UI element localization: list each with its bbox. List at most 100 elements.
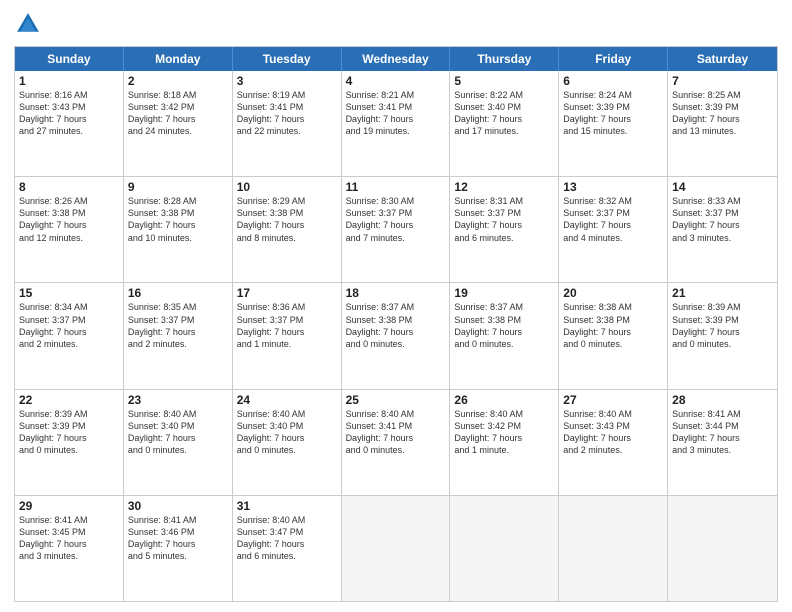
day-number: 14 xyxy=(672,180,773,194)
cell-details: Sunrise: 8:33 AM Sunset: 3:37 PM Dayligh… xyxy=(672,195,773,244)
table-row: 2Sunrise: 8:18 AM Sunset: 3:42 PM Daylig… xyxy=(124,71,233,176)
header-day-tuesday: Tuesday xyxy=(233,47,342,71)
cell-details: Sunrise: 8:29 AM Sunset: 3:38 PM Dayligh… xyxy=(237,195,337,244)
table-row: 12Sunrise: 8:31 AM Sunset: 3:37 PM Dayli… xyxy=(450,177,559,282)
table-row: 5Sunrise: 8:22 AM Sunset: 3:40 PM Daylig… xyxy=(450,71,559,176)
logo xyxy=(14,10,46,38)
day-number: 16 xyxy=(128,286,228,300)
table-row: 25Sunrise: 8:40 AM Sunset: 3:41 PM Dayli… xyxy=(342,390,451,495)
table-row: 21Sunrise: 8:39 AM Sunset: 3:39 PM Dayli… xyxy=(668,283,777,388)
day-number: 30 xyxy=(128,499,228,513)
cell-details: Sunrise: 8:37 AM Sunset: 3:38 PM Dayligh… xyxy=(454,301,554,350)
calendar-row-3: 15Sunrise: 8:34 AM Sunset: 3:37 PM Dayli… xyxy=(15,282,777,388)
day-number: 12 xyxy=(454,180,554,194)
table-row xyxy=(342,496,451,601)
day-number: 10 xyxy=(237,180,337,194)
day-number: 26 xyxy=(454,393,554,407)
cell-details: Sunrise: 8:26 AM Sunset: 3:38 PM Dayligh… xyxy=(19,195,119,244)
day-number: 25 xyxy=(346,393,446,407)
table-row: 16Sunrise: 8:35 AM Sunset: 3:37 PM Dayli… xyxy=(124,283,233,388)
cell-details: Sunrise: 8:21 AM Sunset: 3:41 PM Dayligh… xyxy=(346,89,446,138)
table-row: 1Sunrise: 8:16 AM Sunset: 3:43 PM Daylig… xyxy=(15,71,124,176)
page: SundayMondayTuesdayWednesdayThursdayFrid… xyxy=(0,0,792,612)
table-row: 10Sunrise: 8:29 AM Sunset: 3:38 PM Dayli… xyxy=(233,177,342,282)
day-number: 19 xyxy=(454,286,554,300)
calendar-body: 1Sunrise: 8:16 AM Sunset: 3:43 PM Daylig… xyxy=(15,71,777,601)
day-number: 17 xyxy=(237,286,337,300)
table-row: 9Sunrise: 8:28 AM Sunset: 3:38 PM Daylig… xyxy=(124,177,233,282)
table-row: 26Sunrise: 8:40 AM Sunset: 3:42 PM Dayli… xyxy=(450,390,559,495)
table-row: 24Sunrise: 8:40 AM Sunset: 3:40 PM Dayli… xyxy=(233,390,342,495)
table-row: 22Sunrise: 8:39 AM Sunset: 3:39 PM Dayli… xyxy=(15,390,124,495)
cell-details: Sunrise: 8:40 AM Sunset: 3:42 PM Dayligh… xyxy=(454,408,554,457)
table-row: 18Sunrise: 8:37 AM Sunset: 3:38 PM Dayli… xyxy=(342,283,451,388)
cell-details: Sunrise: 8:41 AM Sunset: 3:45 PM Dayligh… xyxy=(19,514,119,563)
cell-details: Sunrise: 8:22 AM Sunset: 3:40 PM Dayligh… xyxy=(454,89,554,138)
day-number: 9 xyxy=(128,180,228,194)
cell-details: Sunrise: 8:18 AM Sunset: 3:42 PM Dayligh… xyxy=(128,89,228,138)
table-row: 3Sunrise: 8:19 AM Sunset: 3:41 PM Daylig… xyxy=(233,71,342,176)
cell-details: Sunrise: 8:39 AM Sunset: 3:39 PM Dayligh… xyxy=(672,301,773,350)
table-row xyxy=(450,496,559,601)
table-row: 27Sunrise: 8:40 AM Sunset: 3:43 PM Dayli… xyxy=(559,390,668,495)
header xyxy=(14,10,778,38)
table-row: 8Sunrise: 8:26 AM Sunset: 3:38 PM Daylig… xyxy=(15,177,124,282)
table-row: 4Sunrise: 8:21 AM Sunset: 3:41 PM Daylig… xyxy=(342,71,451,176)
cell-details: Sunrise: 8:40 AM Sunset: 3:41 PM Dayligh… xyxy=(346,408,446,457)
day-number: 27 xyxy=(563,393,663,407)
calendar-header-row: SundayMondayTuesdayWednesdayThursdayFrid… xyxy=(15,47,777,71)
cell-details: Sunrise: 8:39 AM Sunset: 3:39 PM Dayligh… xyxy=(19,408,119,457)
day-number: 4 xyxy=(346,74,446,88)
calendar-row-1: 1Sunrise: 8:16 AM Sunset: 3:43 PM Daylig… xyxy=(15,71,777,176)
cell-details: Sunrise: 8:40 AM Sunset: 3:43 PM Dayligh… xyxy=(563,408,663,457)
calendar-row-4: 22Sunrise: 8:39 AM Sunset: 3:39 PM Dayli… xyxy=(15,389,777,495)
header-day-sunday: Sunday xyxy=(15,47,124,71)
table-row: 30Sunrise: 8:41 AM Sunset: 3:46 PM Dayli… xyxy=(124,496,233,601)
table-row: 19Sunrise: 8:37 AM Sunset: 3:38 PM Dayli… xyxy=(450,283,559,388)
header-day-saturday: Saturday xyxy=(668,47,777,71)
table-row: 31Sunrise: 8:40 AM Sunset: 3:47 PM Dayli… xyxy=(233,496,342,601)
cell-details: Sunrise: 8:40 AM Sunset: 3:40 PM Dayligh… xyxy=(237,408,337,457)
cell-details: Sunrise: 8:35 AM Sunset: 3:37 PM Dayligh… xyxy=(128,301,228,350)
cell-details: Sunrise: 8:19 AM Sunset: 3:41 PM Dayligh… xyxy=(237,89,337,138)
table-row xyxy=(559,496,668,601)
day-number: 20 xyxy=(563,286,663,300)
cell-details: Sunrise: 8:40 AM Sunset: 3:40 PM Dayligh… xyxy=(128,408,228,457)
cell-details: Sunrise: 8:32 AM Sunset: 3:37 PM Dayligh… xyxy=(563,195,663,244)
cell-details: Sunrise: 8:41 AM Sunset: 3:44 PM Dayligh… xyxy=(672,408,773,457)
table-row: 14Sunrise: 8:33 AM Sunset: 3:37 PM Dayli… xyxy=(668,177,777,282)
table-row: 15Sunrise: 8:34 AM Sunset: 3:37 PM Dayli… xyxy=(15,283,124,388)
day-number: 24 xyxy=(237,393,337,407)
day-number: 8 xyxy=(19,180,119,194)
cell-details: Sunrise: 8:40 AM Sunset: 3:47 PM Dayligh… xyxy=(237,514,337,563)
day-number: 18 xyxy=(346,286,446,300)
table-row: 29Sunrise: 8:41 AM Sunset: 3:45 PM Dayli… xyxy=(15,496,124,601)
header-day-monday: Monday xyxy=(124,47,233,71)
day-number: 21 xyxy=(672,286,773,300)
cell-details: Sunrise: 8:34 AM Sunset: 3:37 PM Dayligh… xyxy=(19,301,119,350)
day-number: 5 xyxy=(454,74,554,88)
day-number: 28 xyxy=(672,393,773,407)
day-number: 11 xyxy=(346,180,446,194)
day-number: 6 xyxy=(563,74,663,88)
cell-details: Sunrise: 8:24 AM Sunset: 3:39 PM Dayligh… xyxy=(563,89,663,138)
day-number: 15 xyxy=(19,286,119,300)
day-number: 13 xyxy=(563,180,663,194)
day-number: 3 xyxy=(237,74,337,88)
cell-details: Sunrise: 8:38 AM Sunset: 3:38 PM Dayligh… xyxy=(563,301,663,350)
cell-details: Sunrise: 8:36 AM Sunset: 3:37 PM Dayligh… xyxy=(237,301,337,350)
logo-icon xyxy=(14,10,42,38)
calendar: SundayMondayTuesdayWednesdayThursdayFrid… xyxy=(14,46,778,602)
day-number: 2 xyxy=(128,74,228,88)
table-row: 28Sunrise: 8:41 AM Sunset: 3:44 PM Dayli… xyxy=(668,390,777,495)
header-day-wednesday: Wednesday xyxy=(342,47,451,71)
day-number: 31 xyxy=(237,499,337,513)
table-row: 20Sunrise: 8:38 AM Sunset: 3:38 PM Dayli… xyxy=(559,283,668,388)
day-number: 22 xyxy=(19,393,119,407)
table-row: 7Sunrise: 8:25 AM Sunset: 3:39 PM Daylig… xyxy=(668,71,777,176)
table-row: 11Sunrise: 8:30 AM Sunset: 3:37 PM Dayli… xyxy=(342,177,451,282)
table-row: 23Sunrise: 8:40 AM Sunset: 3:40 PM Dayli… xyxy=(124,390,233,495)
day-number: 23 xyxy=(128,393,228,407)
table-row: 13Sunrise: 8:32 AM Sunset: 3:37 PM Dayli… xyxy=(559,177,668,282)
table-row: 6Sunrise: 8:24 AM Sunset: 3:39 PM Daylig… xyxy=(559,71,668,176)
